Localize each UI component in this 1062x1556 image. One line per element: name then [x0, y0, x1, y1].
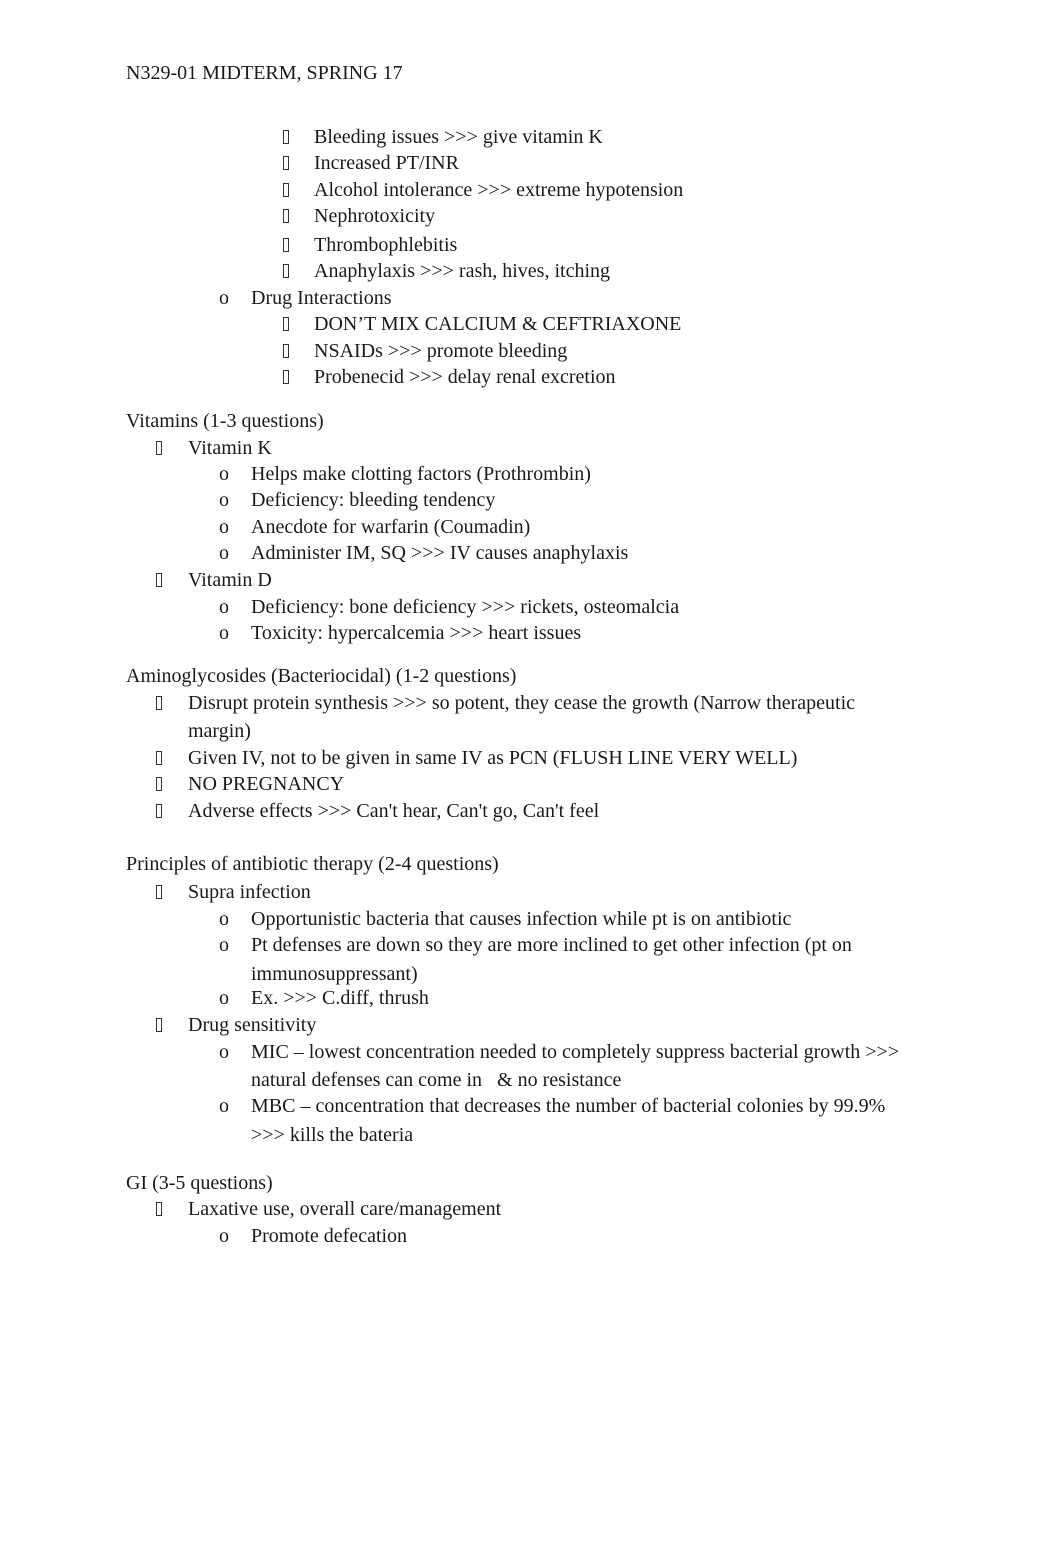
square-bullet-icon [283, 178, 289, 202]
list-item: Deficiency: bleeding tendency [251, 489, 496, 511]
list-item: Alcohol intolerance >>> extreme hypotens… [314, 179, 684, 201]
square-bullet-icon [283, 233, 289, 257]
square-bullet-icon [283, 365, 289, 389]
list-item-continuation: immunosuppressant) [251, 963, 418, 985]
circle-bullet-icon: o [219, 463, 229, 485]
list-item: Increased PT/INR [314, 152, 459, 174]
vitamin-k-label: Vitamin K [188, 437, 272, 459]
circle-bullet-icon: o [219, 542, 229, 564]
square-bullet-icon [283, 151, 289, 175]
circle-bullet-icon: o [219, 596, 229, 618]
square-bullet-icon [283, 339, 289, 363]
list-item-continuation: natural defenses can come in & no resist… [251, 1069, 622, 1091]
laxative-label: Laxative use, overall care/management [188, 1198, 502, 1220]
square-bullet-icon [283, 204, 289, 228]
list-item: DON’T MIX CALCIUM & CEFTRIAXONE [314, 313, 682, 335]
list-item: Probenecid >>> delay renal excretion [314, 366, 616, 388]
circle-bullet-icon: o [219, 987, 229, 1009]
square-bullet-icon [156, 691, 162, 715]
list-item: Bleeding issues >>> give vitamin K [314, 126, 603, 148]
circle-bullet-icon: o [219, 908, 229, 930]
circle-bullet-icon: o [219, 622, 229, 644]
list-item: Ex. >>> C.diff, thrush [251, 987, 429, 1009]
list-item-continuation: >>> kills the bateria [251, 1124, 414, 1146]
circle-bullet-icon: o [219, 489, 229, 511]
circle-bullet-icon: o [219, 1225, 229, 1247]
square-bullet-icon [283, 125, 289, 149]
circle-bullet-icon: o [219, 516, 229, 538]
square-bullet-icon [156, 436, 162, 460]
square-bullet-icon [283, 312, 289, 336]
list-item: Adverse effects >>> Can't hear, Can't go… [188, 800, 600, 822]
list-item: Promote defecation [251, 1225, 408, 1247]
list-item: MBC – concentration that decreases the n… [251, 1095, 886, 1117]
square-bullet-icon [156, 880, 162, 904]
list-item: MIC – lowest concentration needed to com… [251, 1041, 900, 1063]
list-item: Toxicity: hypercalcemia >>> heart issues [251, 622, 582, 644]
list-item: Disrupt protein synthesis >>> so potent,… [188, 692, 856, 714]
supra-infection-label: Supra infection [188, 881, 311, 903]
list-item: NSAIDs >>> promote bleeding [314, 340, 568, 362]
square-bullet-icon [156, 1013, 162, 1037]
document-header: N329-01 MIDTERM, SPRING 17 [126, 62, 403, 84]
list-item-continuation: margin) [188, 720, 251, 742]
square-bullet-icon [156, 772, 162, 796]
section-heading-gi: GI (3-5 questions) [126, 1172, 273, 1194]
square-bullet-icon [156, 568, 162, 592]
list-item: Anaphylaxis >>> rash, hives, itching [314, 260, 611, 282]
list-item: NO PREGNANCY [188, 773, 345, 795]
circle-bullet-icon: o [219, 287, 229, 309]
list-item: Administer IM, SQ >>> IV causes anaphyla… [251, 542, 629, 564]
drug-sensitivity-label: Drug sensitivity [188, 1014, 317, 1036]
list-item: Given IV, not to be given in same IV as … [188, 747, 798, 769]
list-item: Anecdote for warfarin (Coumadin) [251, 516, 531, 538]
section-heading-aminoglycosides: Aminoglycosides (Bacteriocidal) (1-2 que… [126, 665, 517, 687]
circle-bullet-icon: o [219, 1095, 229, 1117]
square-bullet-icon [156, 746, 162, 770]
list-item: Pt defenses are down so they are more in… [251, 934, 852, 956]
section-heading-antibiotic-therapy: Principles of antibiotic therapy (2-4 qu… [126, 853, 499, 875]
square-bullet-icon [283, 259, 289, 283]
list-item: Deficiency: bone deficiency >>> rickets,… [251, 596, 680, 618]
list-item: Thrombophlebitis [314, 234, 458, 256]
square-bullet-icon [156, 799, 162, 823]
drug-interactions-label: Drug Interactions [251, 287, 392, 309]
circle-bullet-icon: o [219, 934, 229, 956]
vitamin-d-label: Vitamin D [188, 569, 272, 591]
list-item: Helps make clotting factors (Prothrombin… [251, 463, 591, 485]
square-bullet-icon [156, 1197, 162, 1221]
list-item: Opportunistic bacteria that causes infec… [251, 908, 792, 930]
list-item: Nephrotoxicity [314, 205, 436, 227]
section-heading-vitamins: Vitamins (1-3 questions) [126, 410, 324, 432]
circle-bullet-icon: o [219, 1041, 229, 1063]
